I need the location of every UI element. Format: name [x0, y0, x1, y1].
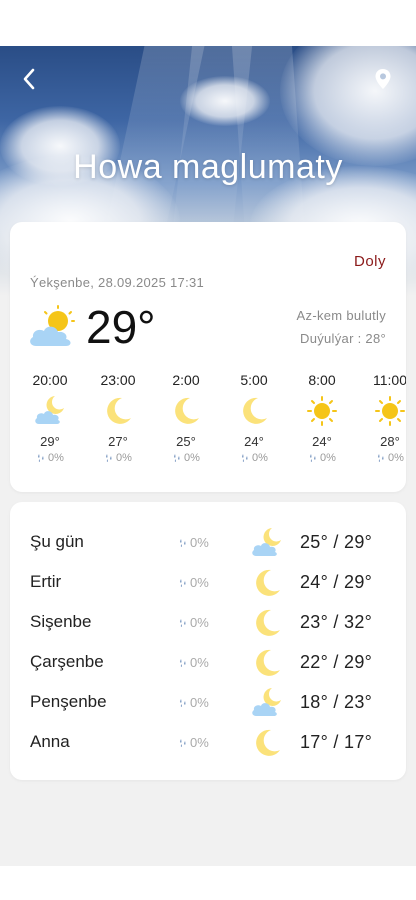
hour-precipitation: 0% — [360, 452, 406, 464]
hour-time: 8:00 — [308, 372, 336, 388]
moon-icon — [237, 394, 271, 428]
rain-drops-icon — [178, 538, 188, 548]
moon-icon — [250, 726, 284, 760]
rain-drops-icon — [36, 453, 46, 463]
hour-time: 20:00 — [32, 372, 68, 388]
moon-icon — [250, 566, 284, 600]
condition-text: Az-kem bulutly — [296, 308, 386, 323]
page-title: Howa maglumaty — [73, 148, 343, 186]
hourly-item: 8:00 24° 0% — [292, 372, 352, 464]
rain-drops-icon — [178, 618, 188, 628]
chevron-left-icon — [23, 68, 35, 90]
hourly-item: 23:00 27° 0% — [88, 372, 148, 464]
partly-cloudy-night-icon — [250, 526, 284, 560]
hour-temperature: 29° — [40, 434, 60, 449]
moon-icon — [250, 646, 284, 680]
day-name: Şu gün — [30, 532, 84, 551]
partly-cloudy-night-icon — [250, 686, 284, 720]
day-precipitation: 0% — [178, 735, 209, 750]
day-precipitation: 0% — [178, 695, 209, 710]
hourly-item: 2:00 25° 0% — [156, 372, 216, 464]
moon-icon — [169, 394, 203, 428]
day-precipitation: 0% — [178, 535, 209, 550]
day-name: Penşenbe — [30, 692, 107, 711]
current-date: Ýekşenbe, 28.09.2025 — [30, 275, 167, 290]
bottom-area — [0, 866, 416, 900]
day-temperature-range: 23° / 32° — [300, 612, 373, 632]
hour-temperature: 28° — [380, 434, 400, 449]
location-button[interactable] — [374, 68, 392, 90]
partly-cloudy-day-icon — [30, 305, 75, 346]
rain-drops-icon — [178, 658, 188, 668]
daily-row[interactable]: Penşenbe 0% 18° / 23° — [10, 683, 406, 723]
day-temperature-range: 17° / 17° — [300, 732, 373, 752]
day-precipitation: 0% — [178, 615, 209, 630]
hour-precipitation: 0% — [156, 452, 216, 464]
daily-row[interactable]: Anna 0% 17° / 17° — [10, 723, 406, 763]
rain-drops-icon — [376, 453, 386, 463]
current-datetime: Ýekşenbe, 28.09.2025 17:31 — [30, 275, 204, 290]
hour-precipitation: 0% — [20, 452, 80, 464]
hour-precipitation: 0% — [292, 452, 352, 464]
rain-drops-icon — [308, 453, 318, 463]
sun-icon — [305, 394, 339, 428]
hour-time: 23:00 — [100, 372, 136, 388]
status-bar-area — [0, 0, 416, 46]
hour-precipitation: 0% — [224, 452, 284, 464]
moon-icon — [250, 606, 284, 640]
hourly-item: 5:00 24° 0% — [224, 372, 284, 464]
daily-row[interactable]: Çarşenbe 0% 22° / 29° — [10, 643, 406, 683]
day-name: Ertir — [30, 572, 62, 591]
daily-forecast-card: Şu gün 0% 25° / 29° Ertir 0% 24° / 29° S… — [10, 502, 406, 780]
hourly-item: 20:00 29° 0% — [20, 372, 80, 464]
back-button[interactable] — [16, 66, 42, 92]
moon-icon — [101, 394, 135, 428]
hour-temperature: 25° — [176, 434, 196, 449]
day-name: Çarşenbe — [30, 652, 104, 671]
rain-drops-icon — [178, 578, 188, 588]
rain-drops-icon — [172, 453, 182, 463]
current-weather-card: Doly Ýekşenbe, 28.09.2025 17:31 29° Az-k… — [10, 222, 406, 492]
location-pin-icon — [375, 69, 391, 89]
feels-like-text: Duýulýar : 28° — [300, 331, 386, 346]
hour-time: 2:00 — [172, 372, 200, 388]
day-precipitation: 0% — [178, 655, 209, 670]
daily-row[interactable]: Şu gün 0% 25° / 29° — [10, 523, 406, 563]
daily-row[interactable]: Ertir 0% 24° / 29° — [10, 563, 406, 603]
sun-icon — [373, 394, 406, 428]
current-temperature: 29° — [86, 301, 156, 353]
day-name: Sişenbe — [30, 612, 92, 631]
day-temperature-range: 24° / 29° — [300, 572, 373, 592]
hourly-item: 11:00 28° 0% — [360, 372, 406, 464]
day-temperature-range: 25° / 29° — [300, 532, 373, 552]
hour-temperature: 24° — [244, 434, 264, 449]
hour-temperature: 24° — [312, 434, 332, 449]
daily-row[interactable]: Sişenbe 0% 23° / 32° — [10, 603, 406, 643]
hour-time: 5:00 — [240, 372, 268, 388]
cloud-shape — [180, 76, 270, 126]
hourly-forecast[interactable]: 20:00 29° 0% 23:00 27° 0% 2:00 25° 0% 5:… — [10, 372, 406, 472]
day-precipitation: 0% — [178, 575, 209, 590]
rain-drops-icon — [178, 698, 188, 708]
day-temperature-range: 22° / 29° — [300, 652, 373, 672]
rain-drops-icon — [104, 453, 114, 463]
hour-temperature: 27° — [108, 434, 128, 449]
rain-drops-icon — [178, 738, 188, 748]
details-link[interactable]: Doly — [354, 253, 386, 270]
day-temperature-range: 18° / 23° — [300, 692, 373, 712]
partly-cloudy-night-icon — [33, 394, 67, 428]
day-name: Anna — [30, 732, 70, 751]
hour-precipitation: 0% — [88, 452, 148, 464]
rain-drops-icon — [240, 453, 250, 463]
hour-time: 11:00 — [373, 372, 406, 388]
current-time: 17:31 — [170, 275, 205, 290]
